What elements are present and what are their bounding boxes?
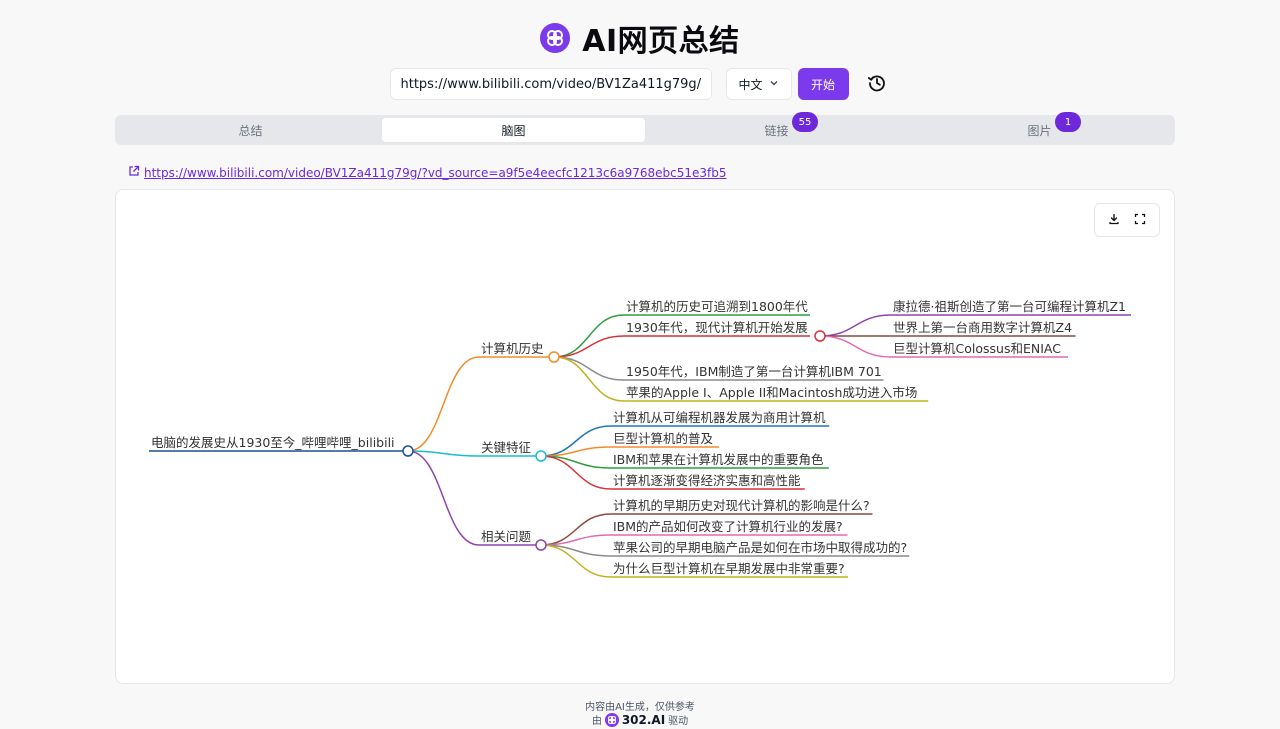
mindmap-toolbar bbox=[1094, 203, 1160, 237]
tab-links[interactable]: 链接 55 bbox=[645, 112, 908, 142]
mindmap-subleaf-1-label: 康拉德·祖斯创造了第一台可编程计算机Z1 bbox=[893, 299, 1126, 314]
mindmap-collapse-toggle-root bbox=[402, 445, 414, 457]
language-select-value: 中文 bbox=[738, 77, 763, 92]
source-link-row: https://www.bilibili.com/video/BV1Za411g… bbox=[128, 165, 727, 180]
fullscreen-icon bbox=[1134, 213, 1146, 228]
mindmap-leaf-1-2-label: 1930年代，现代计算机开始发展 bbox=[626, 320, 808, 335]
mindmap-leaf-3-1-label: 计算机的早期历史对现代计算机的影响是什么? bbox=[613, 498, 870, 513]
powered-by: 由 302.AI 驱动 bbox=[0, 712, 1280, 727]
header: AI网页总结 bbox=[0, 20, 1280, 59]
app-logo-icon bbox=[540, 23, 571, 53]
mindmap-leaf-3-4-label: 为什么巨型计算机在早期发展中非常重要? bbox=[613, 561, 845, 576]
mindmap-leaf-3-3-label: 苹果公司的早期电脑产品是如何在市场中取得成功的? bbox=[613, 540, 907, 555]
mindmap-branch-3-label: 相关问题 bbox=[481, 529, 532, 544]
fullscreen-button[interactable] bbox=[1130, 210, 1150, 230]
mindmap-root-label: 电脑的发展史从1930至今_哔哩哔哩_bilibili bbox=[151, 435, 395, 450]
ai-disclaimer: 内容由AI生成，仅供参考 bbox=[585, 702, 695, 713]
mindmap-collapse-toggle-1-2 bbox=[814, 330, 826, 342]
mindmap-leaf-link-2-4 bbox=[540, 455, 612, 490]
start-button[interactable]: 开始 bbox=[797, 68, 849, 100]
mindmap-leaf-2-4-label: 计算机逐渐变得经济实惠和高性能 bbox=[613, 473, 801, 488]
tab-mindmap[interactable]: 脑图 bbox=[382, 118, 645, 142]
tab-summary-label: 总结 bbox=[238, 123, 263, 138]
history-icon bbox=[867, 73, 887, 96]
mindmap-subleaf-link-1 bbox=[819, 314, 892, 337]
url-input[interactable] bbox=[389, 68, 712, 100]
tab-summary[interactable]: 总结 bbox=[119, 118, 382, 142]
download-icon bbox=[1108, 213, 1120, 228]
url-controls: 中文 开始 bbox=[0, 68, 1280, 100]
mindmap-branch-link-3 bbox=[407, 450, 480, 546]
mindmap-subleaf-2-label: 世界上第一台商用数字计算机Z4 bbox=[893, 320, 1072, 335]
external-link-icon bbox=[128, 165, 140, 180]
app-title: AI网页总结 bbox=[582, 24, 740, 59]
mindmap-leaf-2-3-label: IBM和苹果在计算机发展中的重要角色 bbox=[613, 452, 824, 467]
chevron-down-icon bbox=[769, 77, 779, 91]
language-select[interactable]: 中文 bbox=[725, 68, 792, 100]
powered-by-prefix: 由 bbox=[591, 716, 602, 727]
mindmap-leaf-link-1-3 bbox=[553, 356, 625, 381]
result-tabs: 总结 脑图 链接 55 图片 1 bbox=[115, 112, 1175, 145]
mindmap-leaf-1-1-label: 计算机的历史可追溯到1800年代 bbox=[626, 299, 808, 314]
mindmap-branch-1-label: 计算机历史 bbox=[481, 341, 544, 356]
source-url-link[interactable]: https://www.bilibili.com/video/BV1Za411g… bbox=[144, 166, 727, 180]
images-count-badge: 1 bbox=[1055, 112, 1081, 132]
tab-images[interactable]: 图片 1 bbox=[908, 112, 1171, 142]
mindmap-collapse-toggle-2 bbox=[535, 450, 547, 462]
mindmap-subleaf-3-label: 巨型计算机Colossus和ENIAC bbox=[893, 341, 1061, 356]
brand-name: 302.AI bbox=[621, 712, 666, 727]
mindmap-leaf-1-3-label: 1950年代，IBM制造了第一台计算机IBM 701 bbox=[626, 364, 882, 379]
mindmap-branch-2-label: 关键特征 bbox=[481, 440, 532, 455]
mindmap-leaf-1-4-label: 苹果的Apple I、Apple II和Macintosh成功进入市场 bbox=[626, 385, 917, 400]
links-count-badge: 55 bbox=[792, 112, 818, 132]
mindmap-collapse-toggle-1 bbox=[548, 351, 560, 363]
mindmap-subleaf-link-3 bbox=[819, 335, 892, 358]
brand-logo-icon bbox=[604, 712, 619, 727]
powered-by-suffix: 驱动 bbox=[668, 716, 689, 727]
tab-links-label: 链接 bbox=[764, 123, 789, 138]
tab-images-label: 图片 bbox=[1027, 123, 1052, 138]
mindmap-branch-link-1 bbox=[407, 356, 480, 452]
history-button[interactable] bbox=[863, 70, 891, 98]
mindmap-leaf-3-2-label: IBM的产品如何改变了计算机行业的发展? bbox=[613, 519, 843, 534]
download-button[interactable] bbox=[1104, 210, 1124, 230]
mindmap-collapse-toggle-3 bbox=[535, 539, 547, 551]
mindmap-panel: 电脑的发展史从1930至今_哔哩哔哩_bilibili 计算机历史 计算机的历史可追… bbox=[115, 189, 1175, 684]
tab-mindmap-label: 脑图 bbox=[501, 123, 526, 138]
mindmap-leaf-2-2-label: 巨型计算机的普及 bbox=[613, 431, 714, 446]
mindmap-leaf-2-1-label: 计算机从可编程机器发展为商用计算机 bbox=[613, 410, 826, 425]
mindmap-canvas[interactable]: 电脑的发展史从1930至今_哔哩哔哩_bilibili 计算机历史 计算机的历史可追… bbox=[116, 190, 1174, 683]
mindmap-leaf-link-1-2 bbox=[553, 335, 625, 358]
